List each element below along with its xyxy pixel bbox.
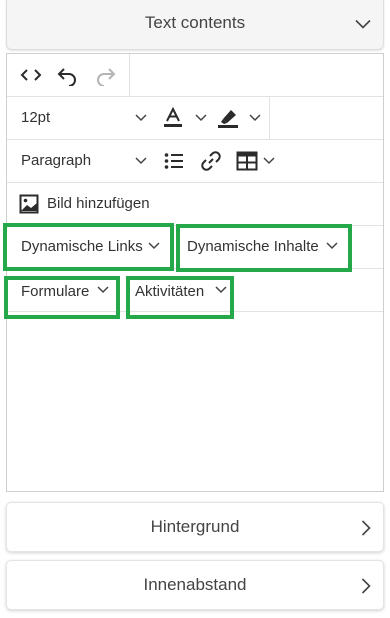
block-format-value: Paragraph	[21, 152, 92, 169]
toolbar-row-format: Paragraph	[7, 140, 383, 183]
panel-title: Text contents	[144, 13, 246, 32]
chevron-down-icon	[135, 157, 147, 165]
editor-content-area[interactable]	[7, 313, 383, 491]
rich-text-editor[interactable]: 12pt Paragraph Bild hinzufügen Dynamisch…	[6, 53, 384, 492]
chevron-right-icon	[361, 578, 371, 594]
chevron-down-icon	[263, 157, 275, 165]
chevron-down-icon	[355, 19, 371, 29]
toolbar-divider	[129, 54, 130, 96]
font-size-value: 12pt	[21, 109, 51, 126]
link-icon[interactable]	[200, 150, 222, 172]
bullet-list-icon[interactable]	[164, 152, 184, 170]
padding-section-title: Innenabstand	[143, 575, 247, 594]
redo-icon[interactable]	[95, 64, 117, 86]
text-color-icon	[164, 107, 182, 127]
highlight-icon	[218, 110, 238, 128]
highlight-box-dynamic-links	[3, 223, 174, 271]
highlight-box-forms	[4, 276, 120, 319]
toolbar-divider	[269, 97, 270, 139]
undo-icon[interactable]	[56, 64, 78, 86]
chevron-down-icon	[249, 114, 261, 122]
chevron-right-icon	[361, 520, 371, 536]
padding-section[interactable]: Innenabstand	[6, 560, 384, 610]
background-section[interactable]: Hintergrund	[6, 502, 384, 552]
chevron-down-icon	[195, 114, 207, 122]
add-image-label: Bild hinzufügen	[47, 195, 150, 212]
table-icon	[236, 151, 258, 171]
toolbar-row-image: Bild hinzufügen	[7, 183, 383, 226]
highlight-box-activities	[126, 276, 234, 319]
background-section-title: Hintergrund	[150, 517, 240, 536]
chevron-down-icon	[135, 114, 147, 122]
highlight-box-dynamic-content	[176, 224, 352, 272]
toolbar-row-font: 12pt	[7, 97, 383, 140]
toolbar-row-history	[7, 54, 383, 97]
image-icon	[19, 194, 39, 214]
code-icon[interactable]	[20, 67, 42, 83]
text-contents-header[interactable]: Text contents	[6, 0, 384, 50]
